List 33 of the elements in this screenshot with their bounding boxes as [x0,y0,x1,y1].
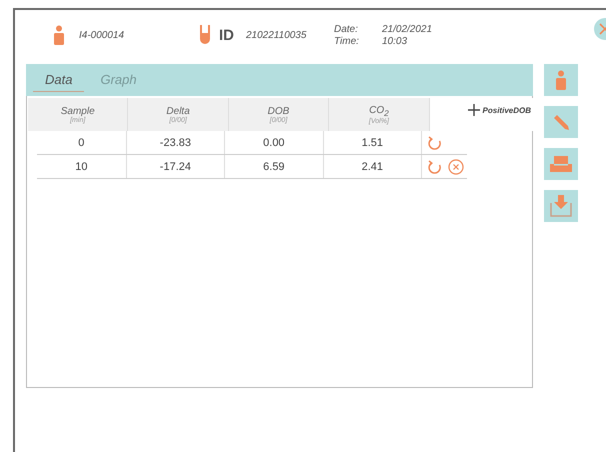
time-value: 10:03 [382,36,408,46]
plus-icon [468,104,480,116]
test-tube-icon [199,25,211,45]
table-cell: 10 [37,155,127,178]
table-cell: 0.00 [225,131,324,154]
table-cell: 6.59 [225,155,324,178]
patient-button[interactable] [544,64,578,96]
delete-icon[interactable] [448,158,464,174]
time-label: Time: [334,36,360,46]
person-icon [53,25,65,45]
table-cell: -17.24 [126,155,226,178]
table-cell: 0 [37,131,127,154]
date-value: 21/02/2021 [382,24,432,34]
date-label: Date: [334,24,359,34]
column-title: CO$_{2}$ [369,104,389,118]
import-button[interactable] [544,190,578,222]
refresh-icon[interactable] [428,136,442,150]
column-title: Sample [60,106,95,116]
table-cell: 1.51 [324,131,422,154]
printer-icon [549,155,573,173]
sample-id: 21022110035 [246,30,308,40]
id-label: ID [219,26,234,44]
edit-button[interactable] [544,106,578,138]
column-title: Delta [166,106,190,116]
print-button[interactable] [544,148,578,180]
person-icon [555,70,567,90]
refresh-icon[interactable] [428,160,442,174]
column-title: DOB [268,106,290,116]
patient-id: I4-000014 [79,30,126,40]
download-tray-icon [550,195,572,217]
table-cell: -23.83 [126,131,226,154]
table-cell: 2.41 [324,155,422,178]
tab[interactable]: Data [33,68,84,92]
